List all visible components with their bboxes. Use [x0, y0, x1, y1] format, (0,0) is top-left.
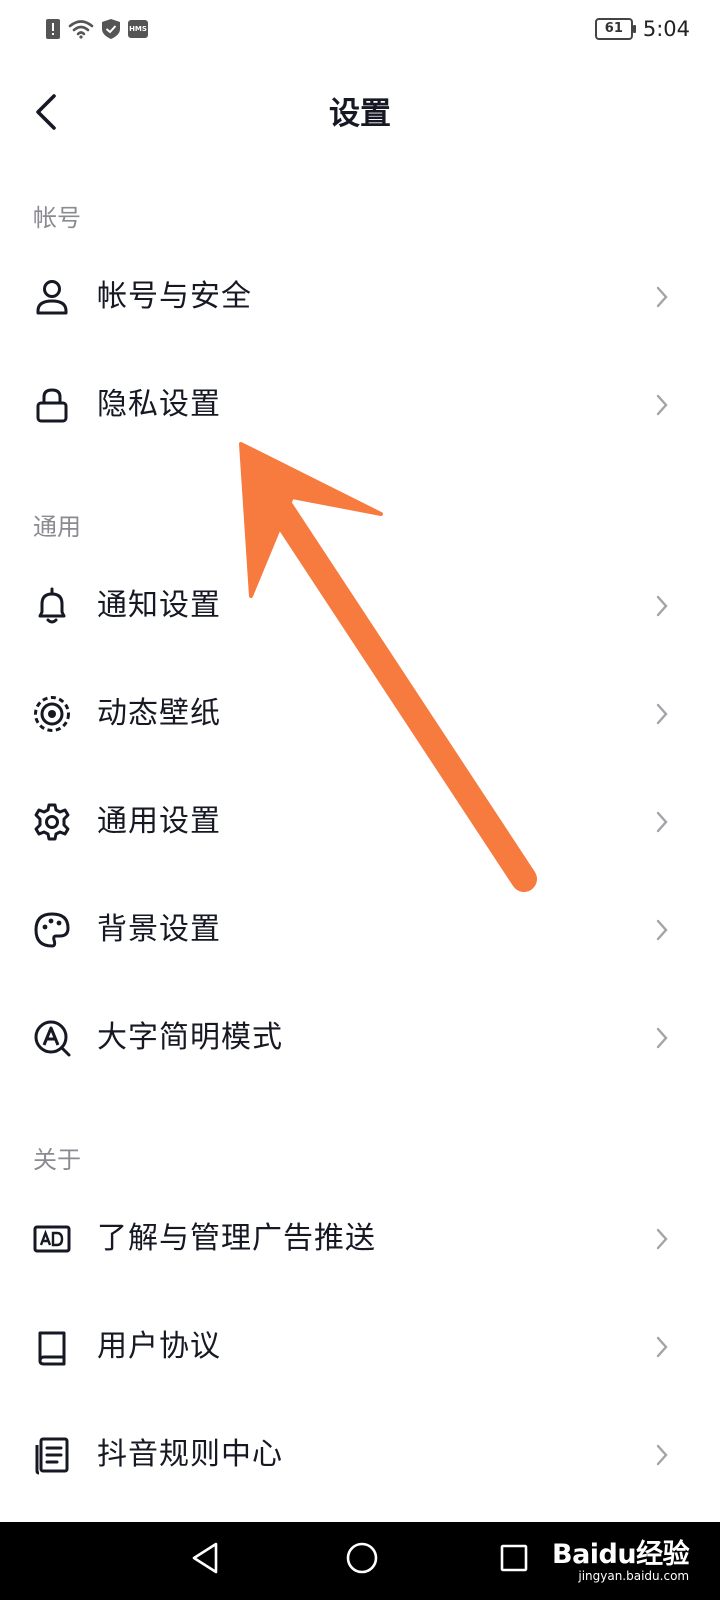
clock: 5:04	[642, 17, 690, 41]
settings-item-label: 了解与管理广告推送	[97, 1221, 376, 1256]
hms-icon: HMS	[128, 20, 148, 38]
chevron-right-icon	[656, 1027, 668, 1049]
settings-item-label: 用户协议	[97, 1329, 221, 1364]
alert-icon	[46, 19, 60, 39]
settings-item-label: 大字简明模式	[97, 1020, 283, 1055]
settings-item-account-security[interactable]: 帐号与安全	[0, 243, 720, 351]
wifi-icon	[68, 20, 94, 39]
status-right: 61 5:04	[594, 17, 690, 41]
nav-recent-icon[interactable]	[498, 1542, 530, 1574]
chevron-right-icon	[656, 1336, 668, 1358]
system-nav-bar: Baidu经验 jingyan.baidu.com	[0, 1522, 720, 1600]
settings-item-label: 通用设置	[97, 804, 221, 839]
palette-icon	[34, 912, 70, 948]
watermark-sub: jingyan.baidu.com	[578, 1569, 690, 1583]
status-icons: HMS	[46, 19, 148, 39]
section-label-general: 通用	[33, 513, 81, 541]
bell-icon	[38, 587, 66, 624]
ad-icon	[33, 1225, 71, 1253]
header: 设置	[0, 62, 720, 162]
chevron-right-icon	[656, 811, 668, 833]
chevron-right-icon	[656, 595, 668, 617]
settings-item-privacy[interactable]: 隐私设置	[0, 351, 720, 459]
settings-item-label: 通知设置	[97, 588, 221, 623]
settings-item-background[interactable]: 背景设置	[0, 876, 720, 984]
chevron-right-icon	[656, 919, 668, 941]
baidu-watermark: Baidu经验 jingyan.baidu.com	[552, 1532, 690, 1583]
chevron-right-icon	[656, 1444, 668, 1466]
chevron-right-icon	[656, 703, 668, 725]
watermark-brand: Baidu经验	[552, 1539, 690, 1570]
settings-item-label: 动态壁纸	[97, 696, 221, 731]
document-icon	[35, 1437, 69, 1475]
settings-item-notifications[interactable]: 通知设置	[0, 552, 720, 660]
settings-item-label: 背景设置	[97, 912, 221, 947]
settings-item-user-agreement[interactable]: 用户协议	[0, 1293, 720, 1401]
battery-icon: 61	[594, 18, 636, 40]
user-icon	[36, 280, 68, 315]
shield-check-icon	[102, 19, 120, 39]
nav-back-icon[interactable]	[188, 1538, 224, 1578]
settings-item-label: 帐号与安全	[97, 279, 252, 314]
section-label-account: 帐号	[33, 204, 81, 232]
target-icon	[34, 696, 70, 732]
settings-item-large-font[interactable]: 大字简明模式	[0, 984, 720, 1092]
page-title: 设置	[329, 96, 391, 132]
nav-home-icon[interactable]	[344, 1540, 380, 1576]
settings-item-rules-center[interactable]: 抖音规则中心	[0, 1401, 720, 1509]
chevron-right-icon	[656, 286, 668, 308]
section-label-about: 关于	[33, 1146, 81, 1174]
settings-item-general[interactable]: 通用设置	[0, 768, 720, 876]
gear-icon	[34, 803, 70, 841]
chevron-right-icon	[656, 1228, 668, 1250]
status-bar: HMS 61 5:04	[0, 0, 720, 62]
settings-item-ad-management[interactable]: 了解与管理广告推送	[0, 1185, 720, 1293]
font-a-icon	[34, 1020, 71, 1057]
settings-item-live-wallpaper[interactable]: 动态壁纸	[0, 660, 720, 768]
chevron-right-icon	[656, 394, 668, 416]
book-icon	[38, 1331, 66, 1366]
lock-icon	[36, 388, 68, 423]
settings-item-label: 抖音规则中心	[97, 1437, 283, 1472]
settings-item-label: 隐私设置	[97, 387, 221, 422]
